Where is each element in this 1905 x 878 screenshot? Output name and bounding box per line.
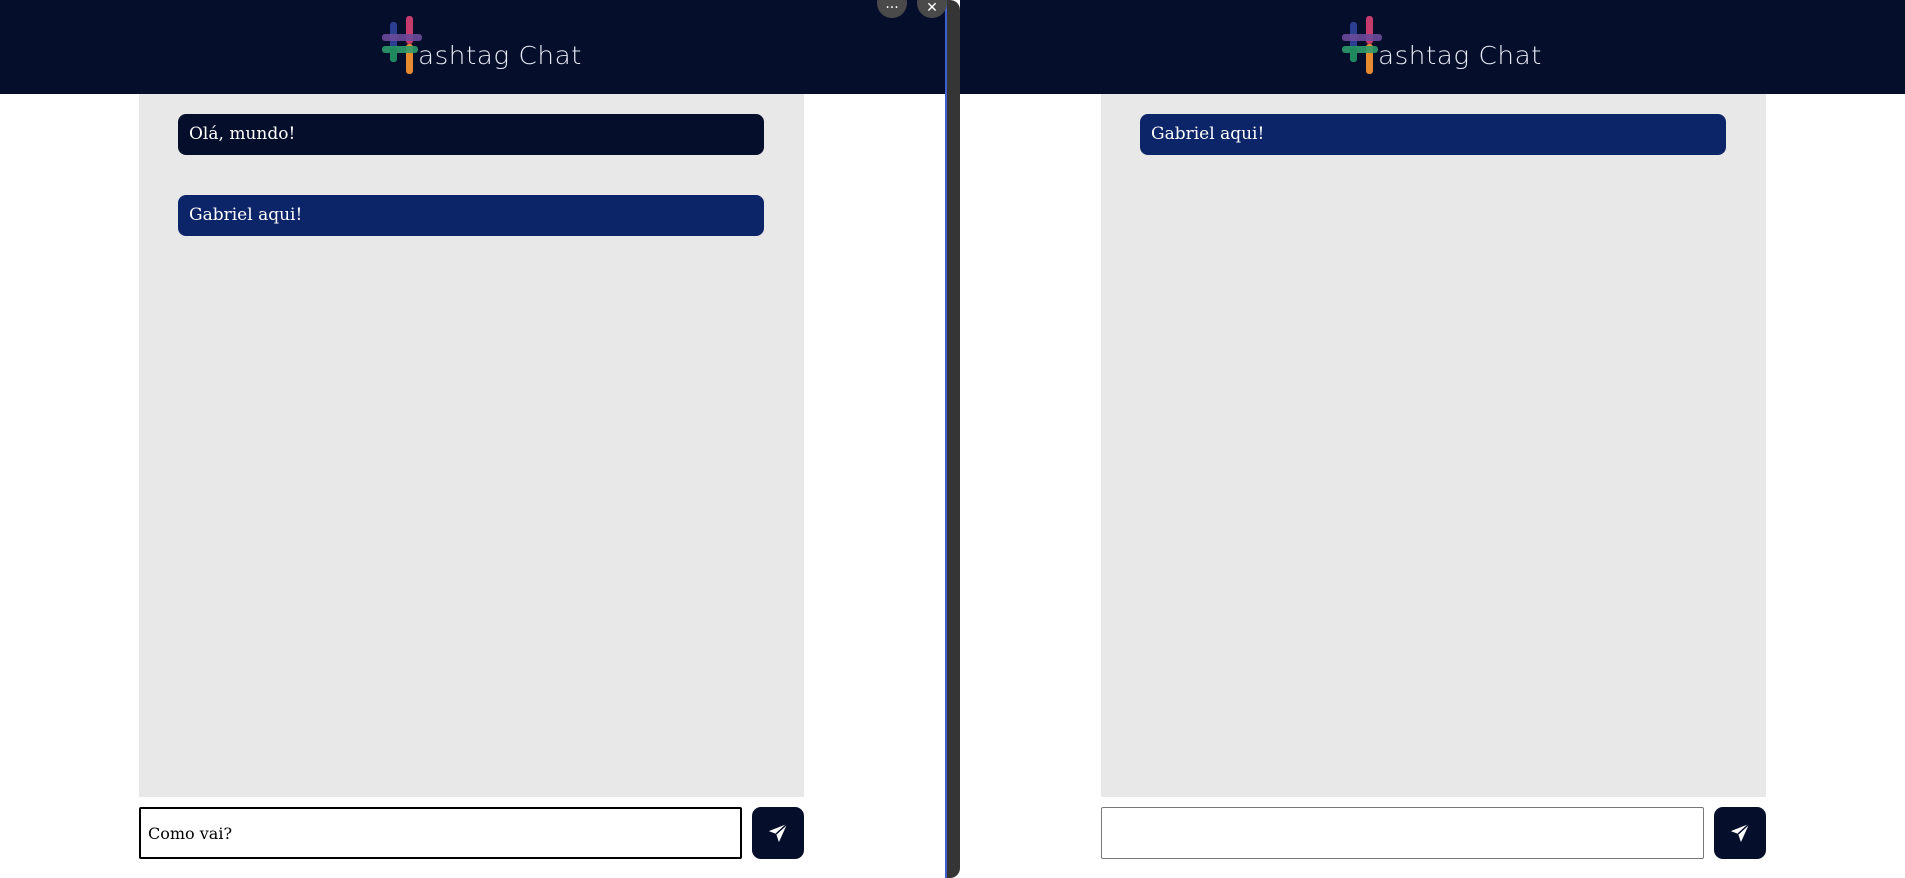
app-name: ashtag Chat bbox=[1378, 41, 1542, 70]
chat-window-left: ashtag Chat Olá, mundo! Gabriel aqui! bbox=[0, 0, 945, 878]
chat-message: Olá, mundo! bbox=[178, 114, 764, 155]
message-input[interactable] bbox=[139, 807, 742, 859]
hashtag-logo-icon bbox=[1342, 16, 1382, 74]
header: ashtag Chat bbox=[960, 0, 1905, 94]
app-name: ashtag Chat bbox=[418, 41, 582, 70]
chat-message: Gabriel aqui! bbox=[1140, 114, 1726, 155]
logo: ashtag Chat bbox=[382, 16, 581, 74]
more-icon: ··· bbox=[885, 0, 899, 16]
message-list: Gabriel aqui! bbox=[1101, 94, 1766, 797]
split-divider[interactable] bbox=[945, 0, 960, 878]
header: ashtag Chat bbox=[0, 0, 945, 94]
send-button[interactable] bbox=[752, 807, 804, 859]
logo: ashtag Chat bbox=[1342, 16, 1541, 74]
send-icon bbox=[768, 823, 788, 843]
message-input[interactable] bbox=[1101, 807, 1704, 859]
hashtag-logo-icon bbox=[382, 16, 422, 74]
chat-window-right: ashtag Chat Gabriel aqui! bbox=[960, 0, 1905, 878]
close-icon: ✕ bbox=[926, 0, 938, 16]
send-button[interactable] bbox=[1714, 807, 1766, 859]
message-list: Olá, mundo! Gabriel aqui! bbox=[139, 94, 804, 797]
chat-message: Gabriel aqui! bbox=[178, 195, 764, 236]
send-icon bbox=[1730, 823, 1750, 843]
